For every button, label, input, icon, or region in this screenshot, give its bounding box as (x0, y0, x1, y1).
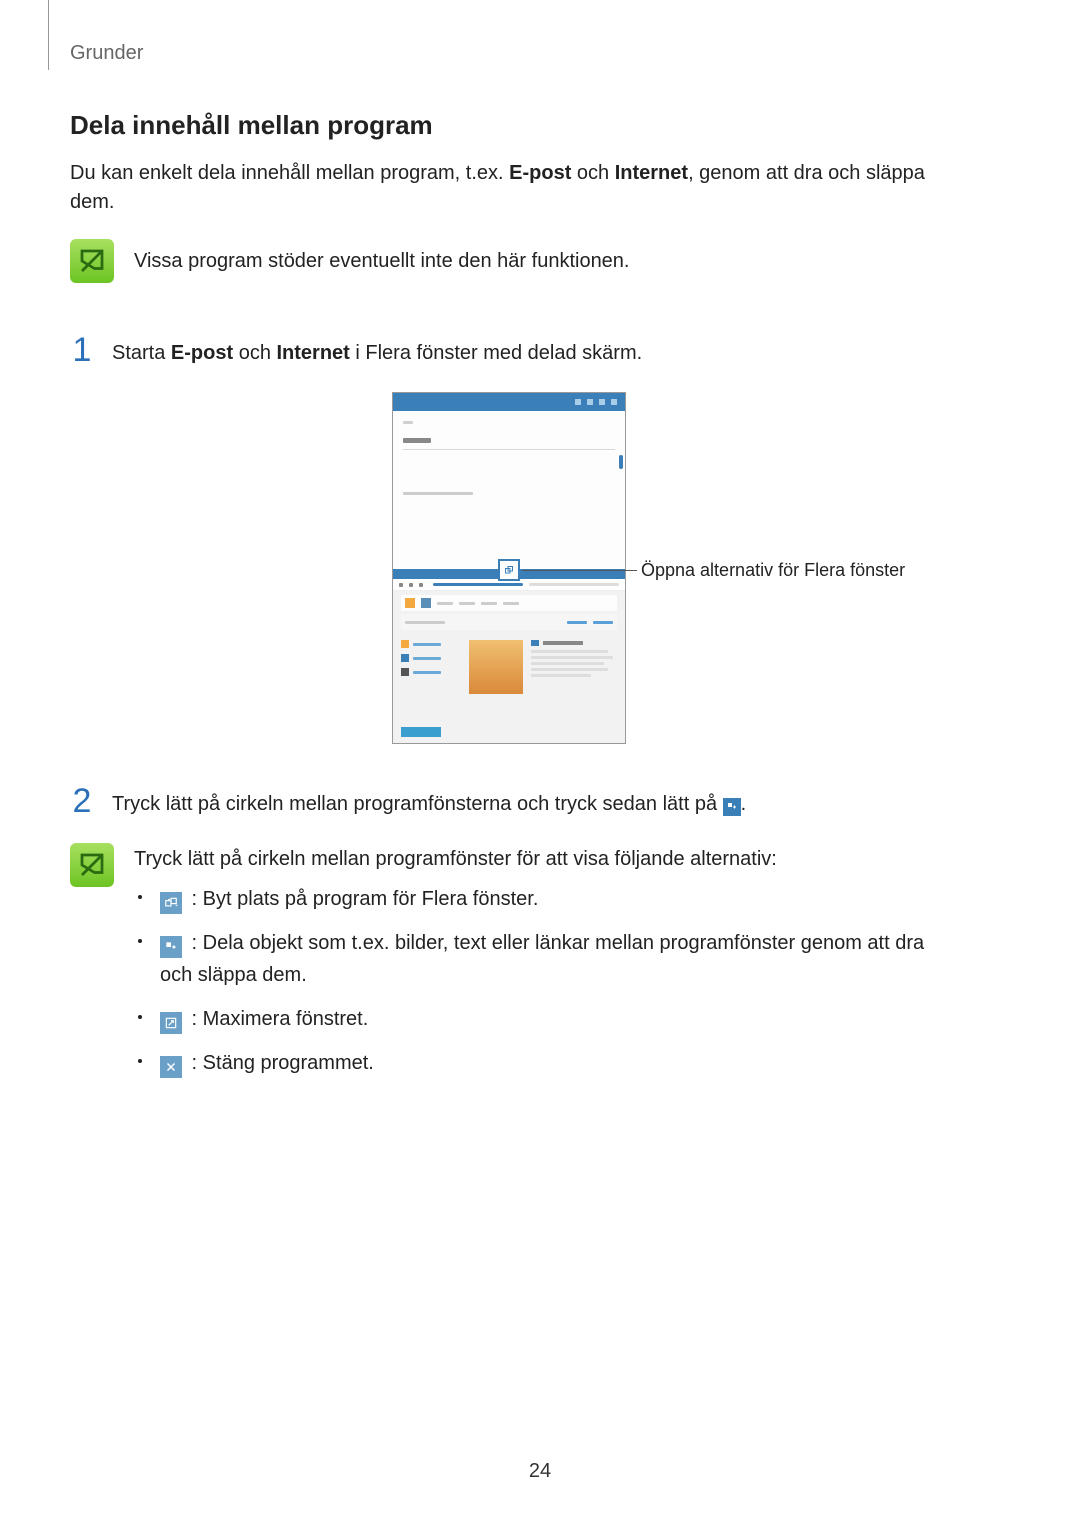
page-number: 24 (0, 1460, 1080, 1483)
step-text-part: Tryck lätt på cirkeln mellan programföns… (112, 793, 723, 815)
list-item: : Byt plats på program för Flera fönster… (134, 883, 948, 915)
list-text: : Stäng programmet. (186, 1052, 374, 1074)
bullet-icon (138, 1059, 142, 1063)
swap-icon (160, 892, 182, 914)
note-block: Vissa program stöder eventuellt inte den… (70, 239, 948, 283)
note-icon (70, 843, 114, 887)
list-text: : Maximera fönstret. (186, 1008, 368, 1030)
step-text-part: Starta (112, 342, 171, 364)
step-number: 2 (70, 784, 94, 818)
callout-label: Öppna alternativ för Flera fönster (641, 560, 905, 581)
note-block-2: Tryck lätt på cirkeln mellan programföns… (70, 843, 948, 1091)
intro-text: och (571, 162, 614, 184)
step-number: 1 (70, 333, 94, 367)
list-item: : Dela objekt som t.ex. bilder, text ell… (134, 927, 948, 991)
figure-multiwindow (392, 392, 626, 744)
intro-bold-epost: E-post (509, 162, 571, 184)
close-icon (160, 1056, 182, 1078)
figure-bottom-pane (393, 569, 625, 743)
list-item: : Stäng programmet. (134, 1047, 948, 1079)
maximize-icon (160, 1012, 182, 1034)
bullet-icon (138, 939, 142, 943)
share-icon (160, 936, 182, 958)
intro-text: Du kan enkelt dela innehåll mellan progr… (70, 162, 509, 184)
note-icon (70, 239, 114, 283)
step-text-part: . (741, 793, 747, 815)
intro-bold-internet: Internet (615, 162, 688, 184)
note2-intro: Tryck lätt på cirkeln mellan programföns… (134, 843, 948, 875)
bullet-icon (138, 895, 142, 899)
header-divider (48, 0, 49, 70)
list-text: : Byt plats på program för Flera fönster… (186, 888, 538, 910)
step-text: Starta E-post och Internet i Flera fönst… (112, 333, 642, 368)
list-item: : Maximera fönstret. (134, 1003, 948, 1035)
bullet-icon (138, 1015, 142, 1019)
step-text: Tryck lätt på cirkeln mellan programföns… (112, 784, 746, 819)
step-2: 2 Tryck lätt på cirkeln mellan programfö… (70, 784, 948, 819)
figure-top-titlebar (393, 393, 625, 411)
step-bold: Internet (277, 342, 350, 364)
step-bold: E-post (171, 342, 233, 364)
share-icon (723, 798, 741, 816)
section-title: Dela innehåll mellan program (70, 110, 948, 141)
note-text: Vissa program stöder eventuellt inte den… (134, 239, 630, 276)
step-1: 1 Starta E-post och Internet i Flera fön… (70, 333, 948, 368)
page-content: Dela innehåll mellan program Du kan enke… (70, 110, 948, 1091)
figure-wrap: Öppna alternativ för Flera fönster (70, 392, 948, 744)
intro-paragraph: Du kan enkelt dela innehåll mellan progr… (70, 159, 948, 217)
list-text: : Dela objekt som t.ex. bilder, text ell… (160, 932, 924, 986)
figure-top-pane (393, 411, 625, 568)
callout-line (522, 570, 637, 571)
figure-center-handle (498, 559, 520, 581)
note2-body: Tryck lätt på cirkeln mellan programföns… (134, 843, 948, 1091)
breadcrumb: Grunder (70, 42, 143, 65)
step-text-part: i Flera fönster med delad skärm. (350, 342, 642, 364)
step-text-part: och (233, 342, 276, 364)
